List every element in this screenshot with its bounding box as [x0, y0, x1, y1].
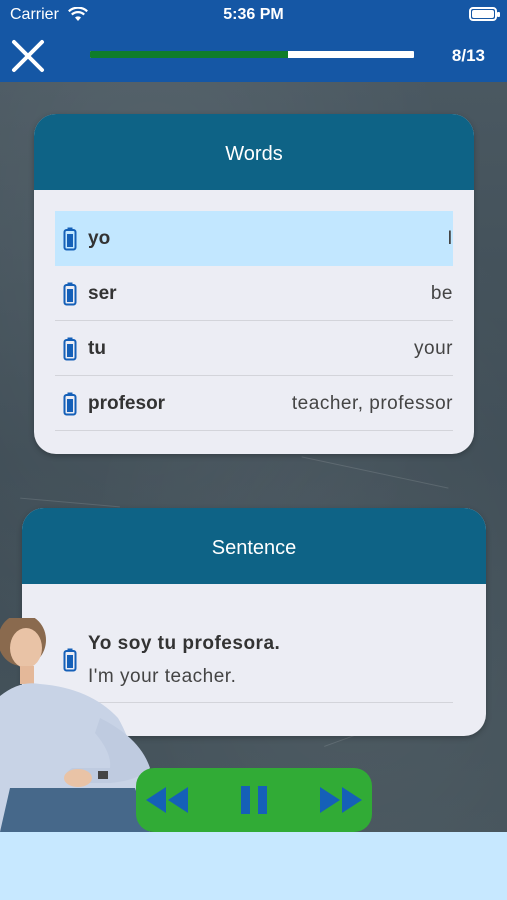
- word-english: teacher, professor: [291, 393, 453, 414]
- word-row[interactable]: yo I: [55, 211, 453, 266]
- lesson-counter: 8/13: [451, 46, 485, 65]
- speaker-icon[interactable]: [63, 282, 77, 306]
- word-english: your: [414, 338, 453, 359]
- word-english: I: [447, 228, 453, 249]
- word-spanish: profesor: [88, 393, 166, 414]
- clock: 5:36 PM: [223, 6, 284, 23]
- word-spanish: yo: [88, 228, 111, 249]
- audio-controls: [136, 768, 372, 832]
- word-row[interactable]: tu your: [55, 321, 453, 376]
- words-card: Words yo I ser be tu your profesor teach…: [34, 114, 474, 454]
- words-card-title: Words: [34, 114, 474, 190]
- word-spanish: ser: [88, 283, 117, 304]
- speaker-icon[interactable]: [63, 337, 77, 361]
- word-spanish: tu: [88, 338, 106, 359]
- speaker-icon[interactable]: [63, 392, 77, 416]
- top-bar: Carrier 5:36 PM 8/13: [0, 0, 507, 82]
- rewind-icon[interactable]: [144, 785, 190, 815]
- lesson-progress-bar: [90, 51, 414, 58]
- speaker-icon[interactable]: [63, 227, 77, 251]
- word-english: be: [430, 283, 453, 304]
- bottom-area: [0, 832, 507, 900]
- sentence-card-title: Sentence: [22, 508, 486, 584]
- word-row[interactable]: profesor teacher, professor: [55, 376, 453, 431]
- status-bar: Carrier 5:36 PM: [0, 0, 507, 30]
- pause-icon[interactable]: [238, 784, 270, 816]
- close-icon[interactable]: [10, 38, 46, 74]
- fast-forward-icon[interactable]: [318, 785, 364, 815]
- progress-fill: [90, 51, 288, 58]
- word-row[interactable]: ser be: [55, 266, 453, 321]
- battery-icon: [469, 7, 500, 21]
